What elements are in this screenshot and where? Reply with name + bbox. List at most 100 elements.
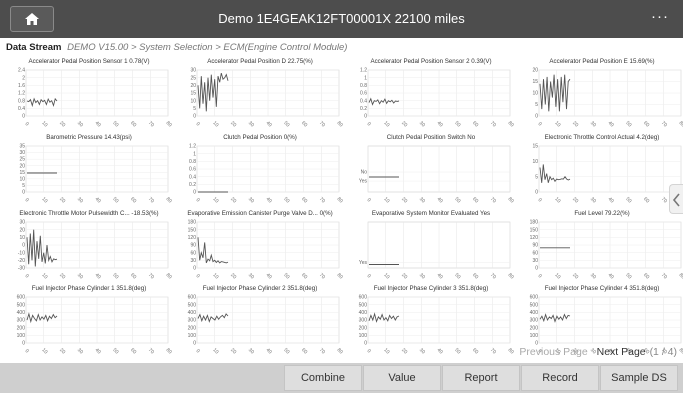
y-tick-label: 30: [19, 220, 25, 226]
y-tick-label: 500: [17, 302, 26, 308]
y-tick-label: 300: [359, 318, 368, 324]
data-stream-chart[interactable]: 0 10 20 30 40 50 60 70 80 600 500 400 300 200 100 0 Fuel…: [4, 285, 174, 365]
x-tick-label: 50: [282, 120, 290, 128]
chart-plot: 0 10 20 30 40 50 60 70 80 600500 400 300200 100 0: [359, 295, 515, 356]
x-tick-label: 0: [366, 273, 372, 279]
y-tick-label: 0: [535, 266, 538, 272]
data-stream-chart[interactable]: 0 10 20 30 40 50 60 70 80 180 150 120 90 60 30 0 Fuel Le…: [517, 210, 683, 290]
y-tick-label: 180: [530, 220, 539, 226]
y-tick-label: 10: [532, 159, 538, 165]
data-stream-chart[interactable]: 0 10 20 30 40 50 60 70 80 30 20 10 0 -10 -20 -30 Electro…: [4, 210, 174, 290]
x-tick-label: 60: [642, 120, 650, 128]
y-tick-label: 180: [188, 220, 197, 226]
y-tick-label: 100: [17, 333, 26, 339]
y-tick-label: 15: [19, 170, 25, 176]
y-tick-label: 100: [188, 333, 197, 339]
x-tick-label: 0: [24, 348, 30, 354]
y-tick-label: 0: [535, 114, 538, 120]
y-tick-label: 0: [22, 190, 25, 196]
page-count: (1 / 4): [649, 346, 677, 358]
x-tick-label: 30: [418, 196, 426, 204]
x-tick-label: 20: [229, 120, 237, 128]
x-tick-label: 60: [129, 120, 137, 128]
x-tick-label: 50: [453, 347, 461, 355]
x-tick-label: 0: [537, 273, 543, 279]
y-tick-label: 30: [190, 68, 196, 74]
title-bar: Demo 1E4GEAK12FT00001X 22100 miles ···: [0, 0, 683, 38]
x-tick-label: 60: [300, 272, 308, 280]
next-page-link[interactable]: Next Page: [597, 346, 646, 358]
chart-title: Electronic Throttle Control Actual 4.2(d…: [544, 134, 660, 141]
x-tick-label: 30: [589, 196, 597, 204]
previous-page-link[interactable]: Previous Page: [519, 346, 587, 358]
y-tick-label: 200: [17, 325, 26, 331]
collapse-side-tab[interactable]: [669, 184, 683, 214]
y-tick-label: 15: [532, 144, 538, 150]
data-stream-chart[interactable]: 0 10 20 30 40 50 60 70 80 Yes Evaporative System M…: [346, 210, 516, 290]
chart-title: Evaporative Emission Canister Purge Valv…: [187, 210, 333, 217]
y-tick-label: 25: [19, 157, 25, 163]
chart-title: Fuel Injector Phase Cylinder 1 351.8(deg…: [31, 285, 147, 292]
x-tick-label: 0: [195, 197, 201, 203]
x-tick-label: 60: [300, 196, 308, 204]
data-stream-chart[interactable]: 0 10 20 30 40 50 60 70 80 180 150 120 90 60 30 0 Evapora…: [175, 210, 345, 290]
x-tick-label: 40: [436, 120, 444, 128]
data-stream-chart[interactable]: 01020304050607080151050Electronic Thrott…: [517, 134, 683, 214]
chart-plot: 0 10 20 30 40 50 60 70 80 Yes: [359, 221, 515, 281]
y-tick-label: 0.8: [18, 98, 25, 104]
x-tick-label: 50: [111, 347, 119, 355]
data-stream-chart[interactable]: 0 10 20 30 40 50 60 70 80 2.4 2 1.6 1.2 0.8 0.4 0 Accele…: [4, 58, 174, 138]
y-tick-label: 500: [359, 302, 368, 308]
data-stream-chart[interactable]: 0 10 20 30 40 50 60 70 80 20 15 10 5 0 Accelerator Ped…: [517, 58, 683, 138]
chart-plot: 0 10 20 30 40 50 60 70 803020100-10-20-30: [18, 220, 173, 281]
sample-ds-button[interactable]: Sample DS: [600, 365, 678, 391]
x-tick-label: 50: [111, 196, 119, 204]
data-stream-chart[interactable]: 0 10 20 30 40 50 60 70 80 No Yes Clutch Pedal Posit…: [346, 134, 516, 214]
y-tick-label: 60: [532, 250, 538, 256]
x-tick-label: 40: [94, 120, 102, 128]
home-button[interactable]: [10, 6, 54, 32]
report-button[interactable]: Report: [442, 365, 520, 391]
data-stream-chart[interactable]: 0 10 20 30 40 50 60 70 80 35 30 25 20 15 10 5 0 Barometri…: [4, 134, 174, 214]
record-button[interactable]: Record: [521, 365, 599, 391]
value-button[interactable]: Value: [363, 365, 441, 391]
y-tick-label: 5: [535, 174, 538, 180]
breadcrumb: Data Stream DEMO V15.00 > System Selecti…: [6, 40, 347, 56]
data-stream-chart[interactable]: 0 10 20 30 40 50 60 70 80 600 500 400 300 200 100 0 Fuel…: [346, 285, 516, 365]
x-tick-label: 0: [195, 121, 201, 127]
x-tick-label: 30: [247, 120, 255, 128]
y-tick-label: -20: [18, 258, 25, 264]
x-tick-label: 30: [76, 196, 84, 204]
data-stream-chart[interactable]: 0 10 20 30 40 50 60 70 80 30 25 20 15 10 5 0 Accelerator…: [175, 58, 345, 138]
home-icon: [25, 13, 39, 25]
x-tick-label: 50: [624, 120, 632, 128]
x-tick-label: 50: [624, 272, 632, 280]
x-tick-label: 30: [418, 272, 426, 280]
y-tick-label: 25: [190, 75, 196, 81]
x-tick-label: 0: [24, 273, 30, 279]
x-tick-label: 40: [265, 272, 273, 280]
chart-plot: 0 10 20 30 40 50 60 70 80302520151050: [190, 68, 344, 129]
y-tick-label: 15: [190, 91, 196, 97]
more-button[interactable]: ···: [647, 6, 673, 32]
data-stream-chart[interactable]: 0 10 20 30 40 50 60 70 80 600 500 400 300 200 100 0 Fuel…: [175, 285, 345, 365]
chart-title: Accelerator Pedal Position Sensor 1 0.78…: [28, 58, 150, 65]
x-tick-label: 0: [24, 121, 30, 127]
x-tick-label: 80: [678, 347, 683, 355]
combine-button[interactable]: Combine: [284, 365, 362, 391]
y-tick-label: 300: [530, 318, 539, 324]
y-tick-label: 0: [193, 341, 196, 347]
data-stream-chart[interactable]: 0 10 20 30 40 50 60 70 80 1.2 1 0.8 0.6 0.4 0.2 0 Accele…: [346, 58, 516, 138]
y-tick-label: 30: [19, 150, 25, 156]
y-tick-label: 300: [188, 318, 197, 324]
x-tick-label: 30: [418, 120, 426, 128]
x-tick-label: 70: [489, 272, 497, 280]
x-tick-label: 20: [571, 272, 579, 280]
y-tick-label: 35: [19, 144, 25, 150]
y-tick-label: 150: [530, 227, 539, 233]
data-stream-chart[interactable]: 0 10 20 30 40 50 60 70 80 1.2 1 0.8 0.6 0.4 0.2 0 Clutch…: [175, 134, 345, 214]
x-tick-label: 50: [453, 272, 461, 280]
x-tick-label: 70: [147, 196, 155, 204]
x-tick-label: 40: [94, 272, 102, 280]
chart-plot: 0 10 20 30 40 50 60 70 801801501209060300: [188, 220, 344, 281]
